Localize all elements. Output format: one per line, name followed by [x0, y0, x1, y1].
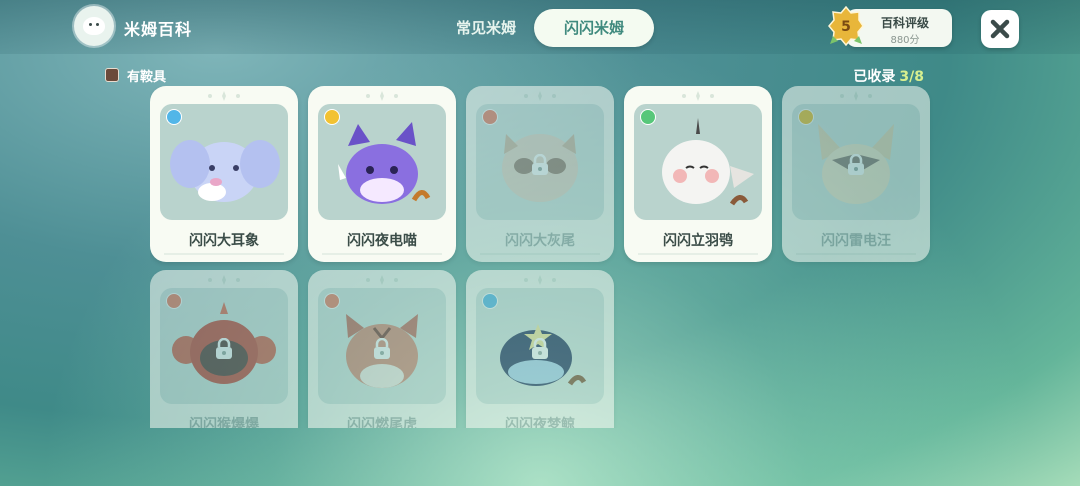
- water-element-icon: [166, 109, 182, 125]
- lock-icon: [532, 338, 548, 359]
- collection-count: 3/8: [899, 69, 924, 85]
- mim-card-dog[interactable]: 闪闪雷电汪: [782, 86, 930, 262]
- mim-portrait: [476, 104, 604, 220]
- page-title: 米姆百科: [124, 20, 193, 39]
- mim-name: 闪闪立羽鸮: [663, 233, 733, 249]
- mim-name: 闪闪夜梦鲸: [505, 417, 575, 428]
- electric-element-icon: [798, 109, 814, 125]
- fire-element-icon: [166, 293, 182, 309]
- collection-label: 已收录: [853, 69, 896, 85]
- fire-element-icon: [482, 109, 498, 125]
- grass-element-icon: [640, 109, 656, 125]
- mim-card-tiger[interactable]: 闪闪燃尾虎: [308, 270, 456, 428]
- mim-name: 闪闪大耳象: [189, 233, 259, 249]
- lock-icon: [216, 338, 232, 359]
- mim-card-owl[interactable]: 闪闪立羽鸮: [624, 86, 772, 262]
- mim-portrait: [318, 288, 446, 404]
- mim-card-whale[interactable]: 闪闪夜梦鲸: [466, 270, 614, 428]
- mim-portrait: [318, 104, 446, 220]
- electric-element-icon: [324, 109, 340, 125]
- close-button[interactable]: [981, 10, 1019, 48]
- cat-avatar-icon[interactable]: [74, 6, 114, 46]
- mim-portrait: [634, 104, 762, 220]
- close-icon: [990, 19, 1010, 39]
- collection-status: 已收录 3/8: [853, 66, 924, 86]
- lock-icon: [532, 154, 548, 175]
- mim-name: 闪闪猴爆爆: [189, 417, 259, 428]
- saddle-checkbox[interactable]: [105, 68, 119, 82]
- lock-icon: [374, 338, 390, 359]
- mim-portrait: [476, 288, 604, 404]
- rating-badge-level: 5: [841, 19, 851, 35]
- water-element-icon: [482, 293, 498, 309]
- mim-name: 闪闪大灰尾: [505, 233, 575, 249]
- lock-icon: [848, 154, 864, 175]
- mim-card-grid: 闪闪大耳象 闪闪夜电喵 闪闪大灰尾 闪闪立羽鸮 闪闪雷电汪 闪闪猴爆爆 闪闪燃尾…: [150, 86, 950, 428]
- mim-name: 闪闪夜电喵: [347, 233, 417, 249]
- mim-portrait: [160, 104, 288, 220]
- rating-badge-icon: 5: [828, 6, 864, 46]
- tab-shiny-mim[interactable]: 闪闪米姆: [534, 9, 654, 47]
- fire-element-icon: [324, 293, 340, 309]
- mim-name: 闪闪燃尾虎: [347, 417, 417, 428]
- mim-card-elephant[interactable]: 闪闪大耳象: [150, 86, 298, 262]
- saddle-filter-label: 有鞍具: [127, 70, 167, 85]
- mim-card-monkey[interactable]: 闪闪猴爆爆: [150, 270, 298, 428]
- mim-portrait: [792, 104, 920, 220]
- mim-card-cat[interactable]: 闪闪夜电喵: [308, 86, 456, 262]
- mim-card-raccoon[interactable]: 闪闪大灰尾: [466, 86, 614, 262]
- mim-portrait: [160, 288, 288, 404]
- mim-name: 闪闪雷电汪: [821, 233, 891, 249]
- tab-common-mim[interactable]: 常见米姆: [440, 9, 532, 47]
